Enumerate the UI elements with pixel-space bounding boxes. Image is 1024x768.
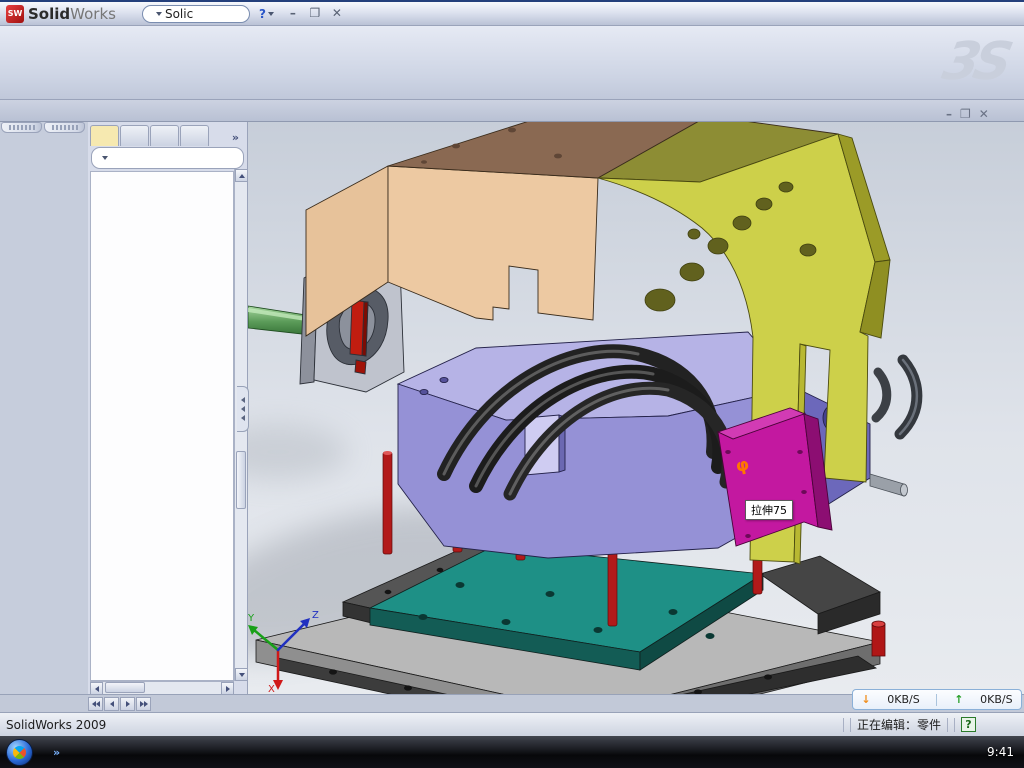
scroll-thumb[interactable] [236,451,246,509]
download-arrow-icon: ↓ [861,693,870,706]
mold-tools-toolbar [44,122,85,133]
upload-speed: 0KB/S [980,693,1012,706]
feature-tree [90,171,234,681]
restore-button[interactable]: ❐ [307,7,323,21]
tab-configurationmanager[interactable] [150,125,179,146]
start-button[interactable] [6,739,33,766]
first-tab-button[interactable] [88,697,103,711]
scroll-thumb[interactable] [105,682,145,693]
doc-close-button[interactable]: ✕ [979,108,989,120]
expand-panel-button[interactable]: » [226,131,245,146]
tab-featuremanager[interactable] [90,125,119,146]
svg-text:Y: Y [248,613,255,624]
window-controls: – ❐ ✕ [285,7,349,21]
scroll-right-button[interactable] [221,682,234,695]
prev-tab-button[interactable] [104,697,119,711]
tree-horizontal-scrollbar[interactable] [90,681,234,694]
document-window-controls: – ❐ ✕ [946,108,989,120]
status-text: SolidWorks 2009 [6,718,106,732]
download-speed: 0KB/S [887,693,919,706]
right-fitting-tubes[interactable] [876,360,917,434]
search-input[interactable]: Solic [142,5,250,23]
chevron-down-icon [268,12,274,16]
main-area: » [0,122,1024,694]
app-logo: SW SolidWorks [4,5,124,23]
model-canvas[interactable]: φ X Y Z [248,122,1024,694]
chevron-down-icon[interactable] [102,156,108,160]
doc-restore-button[interactable]: ❐ [960,108,971,120]
windows-flag-icon [10,743,28,761]
scroll-left-button[interactable] [90,682,103,695]
tab-propertymanager[interactable] [120,125,149,146]
command-manager: 3S [0,26,1024,100]
network-speed-widget[interactable]: ↓ 0KB/S ↑ 0KB/S [852,689,1022,710]
solidworks-logo-icon: SW [6,5,24,23]
system-tray: 9:41 [971,745,1018,759]
minimize-button[interactable]: – [285,7,301,21]
chevron-down-icon[interactable] [156,12,162,16]
ribbon-tab-bar [0,100,1024,122]
left-toolbars [0,122,88,694]
gray-peg [870,474,908,496]
help-button[interactable]: ? [256,5,277,23]
app-title: SolidWorks [28,5,116,23]
tab-dimxpertmanager[interactable] [180,125,209,146]
dassault-watermark: 3S [938,32,1012,92]
tab-nav-buttons [88,697,151,711]
search-value[interactable]: Solic [165,7,193,21]
magenta-insert-block[interactable] [718,408,832,546]
tree-filter-input[interactable] [91,147,244,169]
scroll-up-button[interactable] [235,169,248,182]
feature-manager-tabs: » [88,122,247,146]
next-tab-button[interactable] [120,697,135,711]
upload-arrow-icon: ↑ [954,693,963,706]
chevron-expand-icon[interactable]: » [53,746,60,759]
scroll-down-button[interactable] [235,668,248,681]
solidworks-window: SW SolidWorks Solic ? – ❐ ✕ 3S [0,0,1024,768]
graphics-viewport[interactable]: φ X Y Z 拉伸75 [248,122,1024,694]
title-bar: SW SolidWorks Solic ? – ❐ ✕ [0,0,1024,26]
features-toolbar [1,122,42,133]
last-tab-button[interactable] [136,697,151,711]
feature-manager-panel: » [88,122,248,694]
editing-status: 正在编辑：零件 [857,716,941,733]
windows-taskbar: » 9:41 [0,736,1024,768]
taskbar-clock: 9:41 [987,745,1014,759]
status-bar: SolidWorks 2009 正在编辑：零件 ? [0,712,1024,736]
svg-text:X: X [268,684,275,694]
red-stub-pin[interactable] [872,621,885,656]
help-status-icon[interactable]: ? [961,717,976,732]
panel-splitter-handle[interactable] [237,386,249,432]
doc-minimize-button[interactable]: – [946,108,952,120]
feature-tooltip: 拉伸75 [745,500,793,520]
svg-text:Z: Z [312,610,319,621]
close-button[interactable]: ✕ [329,7,345,21]
